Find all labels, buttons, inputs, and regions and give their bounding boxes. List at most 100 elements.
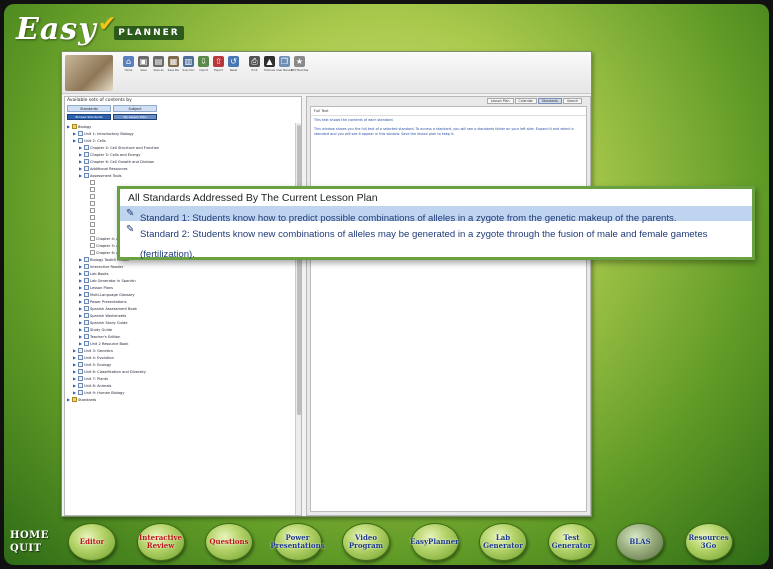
toolbar-button[interactable]: ⌂ Home (122, 56, 135, 72)
power-presentations-button[interactable]: Power Presentations (270, 523, 325, 561)
tab-subject[interactable]: Subject (113, 105, 157, 112)
expand-toggle-icon[interactable]: ▶ (79, 334, 83, 339)
expand-toggle-icon[interactable]: ▶ (73, 131, 77, 136)
expand-toggle-icon[interactable]: ▶ (79, 313, 83, 318)
expand-toggle-icon[interactable]: ▶ (73, 355, 77, 360)
tree-node[interactable]: ▶ Lab Generator in Spanish (67, 277, 295, 284)
tree-node[interactable]: ▶ Unit 1: Introductory Biology (67, 130, 295, 137)
expand-toggle-icon[interactable]: ▶ (67, 397, 71, 402)
contents-scrollbar[interactable] (295, 123, 301, 515)
expand-toggle-icon[interactable]: ▶ (73, 376, 77, 381)
toolbar-button[interactable]: ▥ Scan Doc (182, 56, 195, 72)
toolbar-button[interactable]: ⇩ Import (197, 56, 210, 72)
tree-node[interactable]: ▶ Chapter 4: Cell Structure and Function (67, 144, 295, 151)
tree-node[interactable]: ▶ Unit 5: Ecology (67, 361, 295, 368)
toolbar-button[interactable]: ▦ Save Pac (167, 56, 180, 72)
interactive-review-button[interactable]: Interactive Review (136, 523, 185, 561)
tree-node[interactable]: ▶ Interactive Reader (67, 263, 295, 270)
tree-node[interactable]: ▶ Standards (67, 396, 295, 403)
subtab-browse-standards[interactable]: Browse Standards (67, 114, 111, 120)
toolbar-button[interactable]: ❐ User Manual (276, 56, 293, 72)
tree-node[interactable]: ▶ Unit 2: Cells (67, 137, 295, 144)
tree-node[interactable]: ▶ Power Presentations (67, 298, 295, 305)
tree-node[interactable] (67, 179, 295, 186)
toolbar-button[interactable]: ▲ Tutorials (263, 56, 276, 72)
tree-node[interactable]: ▶ Spanish Study Guide (67, 319, 295, 326)
home-link[interactable]: HOME (10, 529, 48, 542)
tree-node-label: Chapter 6: Cell Growth and Division (90, 159, 155, 164)
tree-node[interactable]: ▶ Study Guide (67, 326, 295, 333)
expand-toggle-icon[interactable]: ▶ (79, 145, 83, 150)
expand-toggle-icon[interactable]: ▶ (79, 166, 83, 171)
tree-node[interactable]: ▶ Chapter 6: Cell Growth and Division (67, 158, 295, 165)
tab-search[interactable]: Search (563, 98, 582, 104)
toolbar-button[interactable]: ★ Edit Favorites (291, 56, 308, 72)
tree-node[interactable]: ▶ Biology (67, 123, 295, 130)
expand-toggle-icon[interactable]: ▶ (73, 390, 77, 395)
tree-node[interactable]: ▶ Teacher's Edition (67, 333, 295, 340)
resources-button[interactable]: Resources 3Go (684, 523, 733, 561)
expand-toggle-icon[interactable]: ▶ (79, 264, 83, 269)
expand-toggle-icon[interactable]: ▶ (73, 138, 77, 143)
questions-button[interactable]: Questions (205, 523, 253, 561)
expand-toggle-icon[interactable]: ▶ (67, 124, 71, 129)
scrollbar-thumb[interactable] (297, 125, 301, 415)
tab-calendar[interactable]: Calendar (514, 98, 537, 104)
tree-node[interactable]: ▶ Spanish Worksheets (67, 312, 295, 319)
tree-node[interactable]: ▶ Unit 8: Animals (67, 382, 295, 389)
quit-link[interactable]: QUIT (10, 542, 44, 555)
expand-toggle-icon[interactable]: ▶ (79, 257, 83, 262)
test-generator-button[interactable]: Test Generator (547, 523, 596, 561)
expand-toggle-icon[interactable]: ▶ (73, 362, 77, 367)
expand-toggle-icon[interactable]: ▶ (79, 292, 83, 297)
tree-node[interactable]: ▶ Assessment Tools (67, 172, 295, 179)
tree-node[interactable]: ▶ Lab Books (67, 270, 295, 277)
editor-button[interactable]: Editor (68, 523, 116, 561)
tree-node-label: Unit 3: Genetics (84, 348, 113, 353)
standard-row-2[interactable]: ✎ Standard 2: Students know new combinat… (120, 222, 752, 262)
lab-generator-button[interactable]: Lab Generator (479, 523, 527, 561)
easyplanner-button[interactable]: EasyPlanner (410, 523, 459, 561)
subtab-my-lesson-plan[interactable]: My Lesson Plan (113, 114, 157, 120)
expand-toggle-icon[interactable]: ▶ (79, 341, 83, 346)
expand-toggle-icon[interactable]: ▶ (79, 327, 83, 332)
tab-standards-detail[interactable]: Standards (537, 98, 563, 104)
tree-node[interactable]: ▶ Chapter 5: Cells and Energy (67, 151, 295, 158)
tab-standards[interactable]: Standards (67, 105, 111, 112)
tree-node-label: Additional Resources (90, 166, 128, 171)
tree-node[interactable]: ▶ Lesson Plans (67, 284, 295, 291)
expand-toggle-icon[interactable]: ▶ (79, 299, 83, 304)
tree-node-label: Chapter 5: Cells and Energy (90, 152, 141, 157)
expand-toggle-icon[interactable]: ▶ (79, 159, 83, 164)
video-program-button[interactable]: Video Program (342, 523, 390, 561)
expand-toggle-icon[interactable]: ▶ (73, 348, 77, 353)
expand-toggle-icon[interactable]: ▶ (79, 278, 83, 283)
toolbar-button[interactable]: ↺ Reset (227, 56, 240, 72)
toolbar-button[interactable]: ▤ Save As (152, 56, 165, 72)
tree-node[interactable]: ▶ Unit 7: Plants (67, 375, 295, 382)
expand-toggle-icon[interactable]: ▶ (79, 306, 83, 311)
expand-toggle-icon[interactable]: ▶ (73, 369, 77, 374)
tab-lesson-plan[interactable]: Lesson Plan (486, 98, 514, 104)
expand-toggle-icon[interactable]: ▶ (79, 173, 83, 178)
expand-toggle-icon[interactable]: ▶ (79, 152, 83, 157)
toolbar-button[interactable]: ⎙ Print (248, 56, 261, 72)
expand-toggle-icon[interactable]: ▶ (79, 320, 83, 325)
tree-node[interactable]: ▶ Spanish Assessment Book (67, 305, 295, 312)
tree-node[interactable]: ▶ Unit 4: Evolution (67, 354, 295, 361)
tree-node[interactable]: ▶ Unit 3: Genetics (67, 347, 295, 354)
tree-node[interactable]: ▶ Unit 6: Classification and Diversity (67, 368, 295, 375)
tree-node[interactable]: ▶ Unit 9: Human Biology (67, 389, 295, 396)
expand-toggle-icon[interactable]: ▶ (73, 383, 77, 388)
toolbar-button[interactable]: ⇧ Export (212, 56, 225, 72)
standard-row-1[interactable]: ✎ Standard 1: Students know how to predi… (120, 206, 752, 224)
tree-node[interactable]: ▶ Additional Resources (67, 165, 295, 172)
toolbar-button[interactable]: ▣ Save (137, 56, 150, 72)
tree-node[interactable]: ▶ Unit 2 Resource Book (67, 340, 295, 347)
expand-toggle-icon[interactable]: ▶ (79, 271, 83, 276)
expand-toggle-icon[interactable]: ▶ (79, 285, 83, 290)
home-quit: HOME QUIT (10, 529, 48, 555)
blas-button[interactable]: BLAS (616, 523, 664, 561)
tree-node[interactable]: ▶ Multi-Language Glossary (67, 291, 295, 298)
save-as-icon: ▤ (153, 56, 164, 67)
